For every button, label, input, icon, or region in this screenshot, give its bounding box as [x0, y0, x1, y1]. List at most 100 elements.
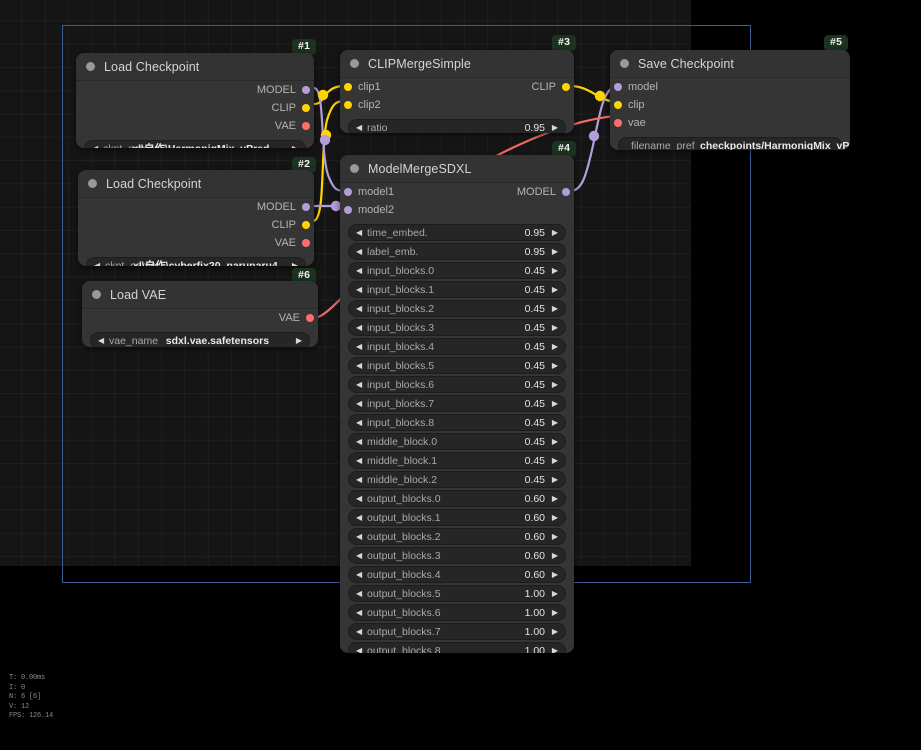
input-port-clip-icon[interactable] — [614, 101, 622, 109]
widget-input-blocks-6[interactable]: ◀ input_blocks.6 0.45 ▶ — [348, 376, 566, 393]
widget-input-blocks-5[interactable]: ◀ input_blocks.5 0.45 ▶ — [348, 357, 566, 374]
increment-arrow-icon[interactable]: ▶ — [552, 304, 558, 313]
increment-arrow-icon[interactable]: ▶ — [552, 513, 558, 522]
node-model-merge-sdxl[interactable]: ModelMergeSDXL model1 MODEL model2 ◀ time… — [340, 155, 574, 653]
input-slot-vae[interactable]: vae — [610, 114, 850, 132]
widget-middle-block-0[interactable]: ◀ middle_block.0 0.45 ▶ — [348, 433, 566, 450]
decrement-arrow-icon[interactable]: ◀ — [356, 456, 362, 465]
decrement-arrow-icon[interactable]: ◀ — [356, 304, 362, 313]
decrement-arrow-icon[interactable]: ◀ — [356, 475, 362, 484]
node-save-checkpoint[interactable]: Save Checkpoint model clip vae filename_… — [610, 50, 850, 150]
input-port-model1-icon[interactable] — [344, 188, 352, 196]
output-slot-clip[interactable]: CLIP — [76, 99, 314, 117]
increment-arrow-icon[interactable]: ▶ — [552, 361, 558, 370]
widget-ckpt-name[interactable]: ◀ ckpt_name xl\自作\HarmoniqMix_vPred_... … — [84, 140, 306, 148]
node-load-vae[interactable]: Load VAE VAE ◀ vae_name sdxl.vae.safeten… — [82, 281, 318, 347]
increment-arrow-icon[interactable]: ▶ — [552, 418, 558, 427]
increment-arrow-icon[interactable]: ▶ — [552, 456, 558, 465]
increment-arrow-icon[interactable]: ▶ — [552, 323, 558, 332]
increment-arrow-icon[interactable]: ▶ — [552, 532, 558, 541]
widget-output-blocks-2[interactable]: ◀ output_blocks.2 0.60 ▶ — [348, 528, 566, 545]
decrement-arrow-icon[interactable]: ◀ — [356, 266, 362, 275]
output-slot-model[interactable]: MODEL — [76, 81, 314, 99]
decrement-arrow-icon[interactable]: ◀ — [356, 551, 362, 560]
output-slot-vae[interactable]: VAE — [78, 234, 314, 252]
widget-middle-block-2[interactable]: ◀ middle_block.2 0.45 ▶ — [348, 471, 566, 488]
input-port-model-icon[interactable] — [614, 83, 622, 91]
increment-arrow-icon[interactable]: ▶ — [552, 589, 558, 598]
decrement-arrow-icon[interactable]: ◀ — [356, 247, 362, 256]
decrement-arrow-icon[interactable]: ◀ — [356, 532, 362, 541]
increment-arrow-icon[interactable]: ▶ — [552, 228, 558, 237]
output-port-clip-icon[interactable] — [302, 104, 310, 112]
decrement-arrow-icon[interactable]: ◀ — [356, 627, 362, 636]
node-title-bar[interactable]: CLIPMergeSimple — [340, 50, 574, 78]
collapse-dot-icon[interactable] — [350, 59, 359, 68]
decrement-arrow-icon[interactable]: ◀ — [356, 437, 362, 446]
widget-input-blocks-8[interactable]: ◀ input_blocks.8 0.45 ▶ — [348, 414, 566, 431]
decrement-arrow-icon[interactable]: ◀ — [92, 144, 98, 148]
decrement-arrow-icon[interactable]: ◀ — [356, 418, 362, 427]
input-slot-model[interactable]: model — [610, 78, 850, 96]
increment-arrow-icon[interactable]: ▶ — [552, 266, 558, 275]
decrement-arrow-icon[interactable]: ◀ — [356, 228, 362, 237]
widget-label-emb[interactable]: ◀ label_emb. 0.95 ▶ — [348, 243, 566, 260]
increment-arrow-icon[interactable]: ▶ — [552, 247, 558, 256]
increment-arrow-icon[interactable]: ▶ — [552, 380, 558, 389]
output-slot-model[interactable]: MODEL — [78, 198, 314, 216]
increment-arrow-icon[interactable]: ▶ — [552, 570, 558, 579]
widget-input-blocks-0[interactable]: ◀ input_blocks.0 0.45 ▶ — [348, 262, 566, 279]
widget-input-blocks-2[interactable]: ◀ input_blocks.2 0.45 ▶ — [348, 300, 566, 317]
widget-time-embed[interactable]: ◀ time_embed. 0.95 ▶ — [348, 224, 566, 241]
widget-input-blocks-7[interactable]: ◀ input_blocks.7 0.45 ▶ — [348, 395, 566, 412]
decrement-arrow-icon[interactable]: ◀ — [356, 646, 362, 653]
widget-middle-block-1[interactable]: ◀ middle_block.1 0.45 ▶ — [348, 452, 566, 469]
decrement-arrow-icon[interactable]: ◀ — [356, 361, 362, 370]
increment-arrow-icon[interactable]: ▶ — [552, 437, 558, 446]
collapse-dot-icon[interactable] — [86, 62, 95, 71]
widget-output-blocks-3[interactable]: ◀ output_blocks.3 0.60 ▶ — [348, 547, 566, 564]
widget-input-blocks-1[interactable]: ◀ input_blocks.1 0.45 ▶ — [348, 281, 566, 298]
widget-filename-prefix[interactable]: filename_pref checkpoints/HarmoniqMix_vP… — [618, 137, 850, 150]
output-slot-vae[interactable]: VAE — [76, 117, 314, 135]
increment-arrow-icon[interactable]: ▶ — [552, 608, 558, 617]
widget-output-blocks-7[interactable]: ◀ output_blocks.7 1.00 ▶ — [348, 623, 566, 640]
output-slot-clip[interactable]: CLIP — [78, 216, 314, 234]
decrement-arrow-icon[interactable]: ◀ — [356, 589, 362, 598]
decrement-arrow-icon[interactable]: ◀ — [356, 513, 362, 522]
node-load-checkpoint-1[interactable]: Load Checkpoint MODEL CLIP VAE ◀ ckpt_na… — [76, 53, 314, 148]
node-title-bar[interactable]: Save Checkpoint — [610, 50, 850, 78]
input-port-clip1-icon[interactable] — [344, 83, 352, 91]
collapse-dot-icon[interactable] — [92, 290, 101, 299]
decrement-arrow-icon[interactable]: ◀ — [356, 285, 362, 294]
widget-output-blocks-8[interactable]: ◀ output_blocks.8 1.00 ▶ — [348, 642, 566, 653]
increment-arrow-icon[interactable]: ▶ — [292, 144, 298, 148]
node-title-bar[interactable]: ModelMergeSDXL — [340, 155, 574, 183]
widget-output-blocks-0[interactable]: ◀ output_blocks.0 0.60 ▶ — [348, 490, 566, 507]
input-port-vae-icon[interactable] — [614, 119, 622, 127]
node-load-checkpoint-2[interactable]: Load Checkpoint MODEL CLIP VAE ◀ ckpt_na… — [78, 170, 314, 266]
input-slot-model1[interactable]: model1 MODEL — [340, 183, 574, 201]
decrement-arrow-icon[interactable]: ◀ — [94, 261, 100, 266]
widget-output-blocks-4[interactable]: ◀ output_blocks.4 0.60 ▶ — [348, 566, 566, 583]
widget-input-blocks-4[interactable]: ◀ input_blocks.4 0.45 ▶ — [348, 338, 566, 355]
increment-arrow-icon[interactable]: ▶ — [552, 342, 558, 351]
output-port-vae-icon[interactable] — [302, 239, 310, 247]
output-port-vae-icon[interactable] — [302, 122, 310, 130]
decrement-arrow-icon[interactable]: ◀ — [356, 123, 362, 132]
increment-arrow-icon[interactable]: ▶ — [552, 399, 558, 408]
node-title-bar[interactable]: Load Checkpoint — [78, 170, 314, 198]
increment-arrow-icon[interactable]: ▶ — [552, 123, 558, 132]
decrement-arrow-icon[interactable]: ◀ — [356, 494, 362, 503]
increment-arrow-icon[interactable]: ▶ — [552, 646, 558, 653]
widget-output-blocks-6[interactable]: ◀ output_blocks.6 1.00 ▶ — [348, 604, 566, 621]
decrement-arrow-icon[interactable]: ◀ — [356, 608, 362, 617]
widget-output-blocks-5[interactable]: ◀ output_blocks.5 1.00 ▶ — [348, 585, 566, 602]
increment-arrow-icon[interactable]: ▶ — [552, 494, 558, 503]
widget-vae-name[interactable]: ◀ vae_name sdxl.vae.safetensors ▶ — [90, 332, 310, 347]
increment-arrow-icon[interactable]: ▶ — [552, 475, 558, 484]
node-clip-merge-simple[interactable]: CLIPMergeSimple clip1 CLIP clip2 ◀ ratio… — [340, 50, 574, 133]
output-port-model-icon[interactable] — [302, 203, 310, 211]
node-title-bar[interactable]: Load Checkpoint — [76, 53, 314, 81]
node-title-bar[interactable]: Load VAE — [82, 281, 318, 309]
